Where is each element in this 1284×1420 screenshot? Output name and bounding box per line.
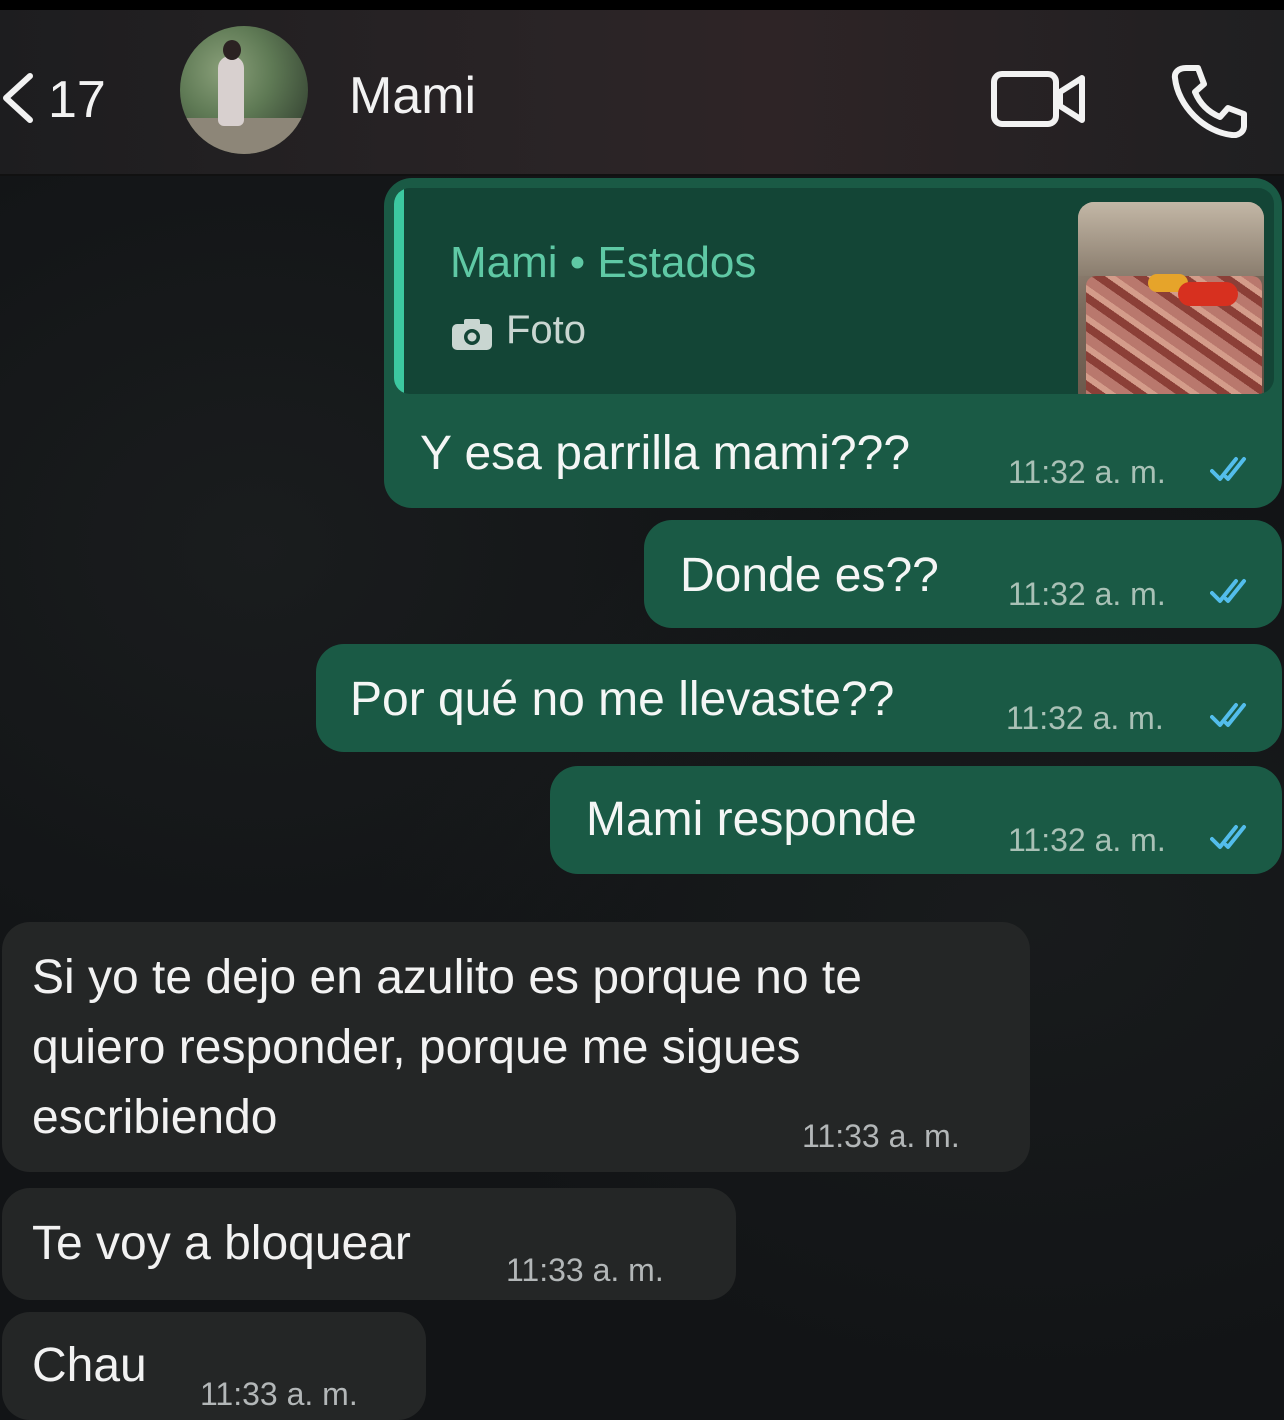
message-text: Mami responde [586, 793, 917, 846]
incoming-message[interactable]: Si yo te dejo en azulito es porque no te… [2, 922, 1030, 1172]
outgoing-message[interactable]: Por qué no me llevaste?? 11:32 a. m. [316, 644, 1282, 752]
message-time: 11:32 a. m. [1008, 454, 1166, 490]
video-camera-icon [991, 71, 1085, 127]
incoming-message[interactable]: Chau 11:33 a. m. [2, 1312, 426, 1420]
unread-count[interactable]: 17 [48, 70, 106, 130]
chat-header: 17 Mami [0, 10, 1284, 176]
reply-subtitle: Foto [506, 308, 587, 352]
message-time: 11:32 a. m. [1008, 822, 1166, 858]
message-text: Donde es?? [680, 549, 939, 602]
message-text-line: escribiendo [32, 1091, 278, 1144]
reply-title: Mami • Estados [450, 238, 757, 287]
back-button[interactable] [0, 68, 40, 128]
contact-name[interactable]: Mami [349, 66, 476, 126]
message-time: 11:33 a. m. [506, 1252, 664, 1288]
message-text: Y esa parrilla mami??? [420, 427, 911, 480]
message-text-line: Si yo te dejo en azulito es porque no te [32, 951, 862, 1004]
message-time: 11:32 a. m. [1006, 700, 1164, 736]
voice-call-button[interactable] [1168, 62, 1248, 139]
camera-icon [452, 319, 492, 350]
outgoing-message[interactable]: Donde es?? 11:32 a. m. [644, 520, 1282, 628]
read-receipt-icon [1210, 703, 1246, 727]
status-photo-thumbnail[interactable] [1078, 202, 1264, 394]
chevron-left-icon [3, 73, 33, 123]
quote-accent-bar [394, 188, 404, 394]
message-text: Chau [32, 1339, 147, 1392]
outgoing-message[interactable]: Mami responde 11:32 a. m. [550, 766, 1282, 874]
outgoing-message[interactable]: Mami • Estados Foto Y esa parrilla mami?… [384, 178, 1282, 508]
message-time: 11:32 a. m. [1008, 576, 1166, 612]
read-receipt-icon [1210, 579, 1246, 603]
phone-icon [1171, 65, 1247, 139]
chat-area[interactable]: Mami • Estados Foto Y esa parrilla mami?… [0, 176, 1284, 1420]
message-text: Por qué no me llevaste?? [350, 673, 895, 726]
message-time: 11:33 a. m. [200, 1376, 358, 1412]
message-text: Te voy a bloquear [32, 1217, 411, 1270]
incoming-message[interactable]: Te voy a bloquear 11:33 a. m. [2, 1188, 736, 1300]
read-receipt-icon [1210, 825, 1246, 849]
read-receipt-icon [1210, 457, 1246, 481]
message-text-line: quiero responder, porque me sigues [32, 1021, 801, 1074]
message-time: 11:33 a. m. [802, 1118, 960, 1154]
video-call-button[interactable] [990, 64, 1090, 134]
status-strip [0, 0, 1284, 10]
reply-preview[interactable]: Mami • Estados Foto [394, 188, 1274, 394]
avatar[interactable] [180, 26, 308, 154]
